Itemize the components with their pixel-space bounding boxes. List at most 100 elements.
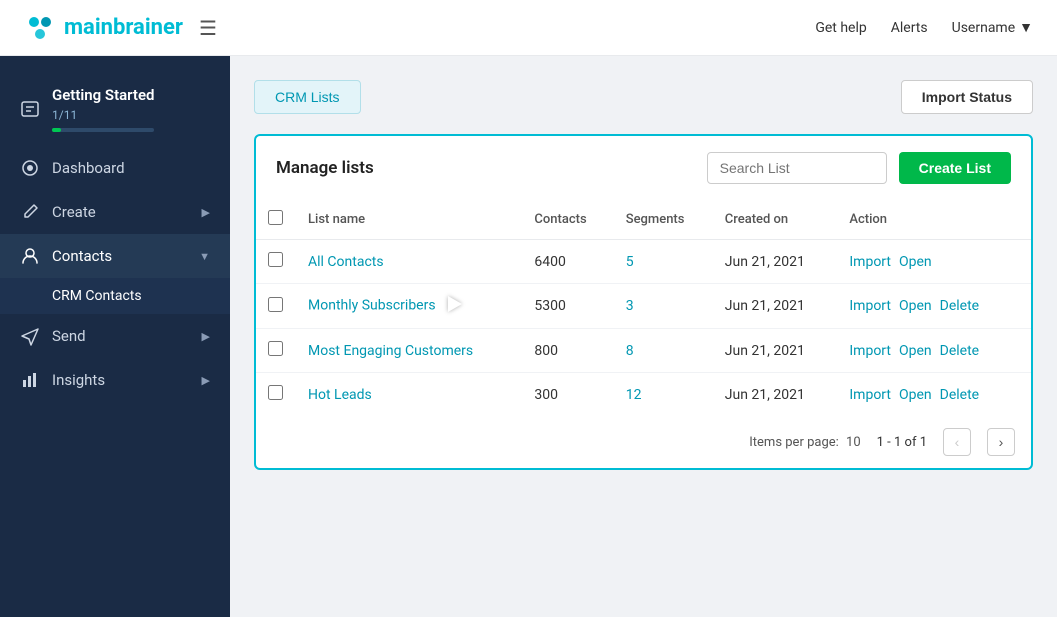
row-contacts: 5300 [522, 284, 613, 329]
action-import-link[interactable]: Import [849, 298, 891, 314]
insights-icon [20, 370, 40, 390]
row-checkbox[interactable] [268, 385, 283, 400]
sidebar-item-send[interactable]: Send ▶ [0, 314, 230, 358]
table-row: Most Engaging Customers 800 8 Jun 21, 2021 I… [256, 329, 1031, 373]
header-checkbox-col [256, 200, 296, 240]
action-import-link[interactable]: Import [849, 343, 891, 359]
card-header-actions: Create List [707, 152, 1011, 184]
content-area: CRM Lists Import Status Manage lists Cre… [230, 56, 1057, 617]
action-delete-link[interactable]: Delete [940, 298, 979, 314]
card-title: Manage lists [276, 158, 374, 178]
action-import-link[interactable]: Import [849, 254, 891, 270]
tab-bar: CRM Lists Import Status [254, 80, 1033, 114]
import-status-button[interactable]: Import Status [901, 80, 1033, 114]
sidebar-sub-crm-contacts[interactable]: CRM Contacts [0, 278, 230, 314]
getting-started-title: Getting Started [52, 86, 154, 104]
row-checkbox-col [256, 240, 296, 284]
sidebar: Getting Started 1/11 Dashboard [0, 56, 230, 617]
list-name-link[interactable]: Hot Leads [308, 387, 372, 403]
header-created-on: Created on [713, 200, 838, 240]
action-open-link[interactable]: Open [899, 343, 932, 359]
row-actions: Import Open [837, 240, 1031, 284]
row-checkbox-col [256, 373, 296, 417]
nav-right: Get help Alerts Username ▼ [815, 19, 1033, 36]
logo-text: mainbrainer [64, 15, 183, 40]
row-created-on: Jun 21, 2021 [713, 329, 838, 373]
user-menu[interactable]: Username ▼ [952, 19, 1033, 36]
items-per-page-label: Items per page: 10 [749, 435, 860, 450]
card-header: Manage lists Create List [256, 136, 1031, 200]
row-created-on: Jun 21, 2021 [713, 284, 838, 329]
create-label: Create [52, 203, 190, 221]
action-open-link[interactable]: Open [899, 254, 932, 270]
segments-link[interactable]: 5 [626, 254, 634, 270]
logo-main: main [64, 15, 113, 40]
action-open-link[interactable]: Open [899, 298, 932, 314]
row-arrow-indicator [448, 296, 462, 316]
search-input[interactable] [707, 152, 887, 184]
row-contacts: 800 [522, 329, 613, 373]
segments-link[interactable]: 3 [626, 298, 634, 314]
table-row: Hot Leads 300 12 Jun 21, 2021 Import Open Dele… [256, 373, 1031, 417]
tabs: CRM Lists [254, 80, 361, 114]
nav-left: mainbrainer ☰ [24, 12, 217, 44]
contacts-arrow-icon: ▼ [199, 250, 210, 263]
row-contacts: 6400 [522, 240, 613, 284]
select-all-checkbox[interactable] [268, 210, 283, 225]
send-icon [20, 326, 40, 346]
row-created-on: Jun 21, 2021 [713, 240, 838, 284]
tab-crm-lists[interactable]: CRM Lists [254, 80, 361, 114]
get-help-link[interactable]: Get help [815, 20, 866, 36]
items-per-page-value: 10 [846, 435, 861, 450]
sidebar-item-contacts[interactable]: Contacts ▼ [0, 234, 230, 278]
dashboard-icon [20, 158, 40, 178]
contacts-label: Contacts [52, 247, 187, 265]
action-open-link[interactable]: Open [899, 387, 932, 403]
list-name-link[interactable]: All Contacts [308, 254, 384, 270]
table-row: All Contacts 6400 5 Jun 21, 2021 Import Open [256, 240, 1031, 284]
manage-lists-card: Manage lists Create List List name Conta… [254, 134, 1033, 470]
create-arrow-icon: ▶ [202, 206, 210, 219]
pagination-next-button[interactable]: › [987, 428, 1015, 456]
pagination-prev-button[interactable]: ‹ [943, 428, 971, 456]
logo-icon [24, 12, 56, 44]
header-contacts: Contacts [522, 200, 613, 240]
row-contacts: 300 [522, 373, 613, 417]
lists-table: List name Contacts Segments Created on A… [256, 200, 1031, 416]
send-arrow-icon: ▶ [202, 330, 210, 343]
row-checkbox[interactable] [268, 252, 283, 267]
list-name-link[interactable]: Most Engaging Customers [308, 343, 473, 359]
contacts-icon [20, 246, 40, 266]
row-checkbox-col [256, 284, 296, 329]
create-list-button[interactable]: Create List [899, 152, 1011, 184]
header-action: Action [837, 200, 1031, 240]
row-created-on: Jun 21, 2021 [713, 373, 838, 417]
row-actions: Import Open Delete [837, 284, 1031, 329]
alerts-link[interactable]: Alerts [891, 20, 928, 36]
sidebar-item-insights[interactable]: Insights ▶ [0, 358, 230, 402]
hamburger-icon[interactable]: ☰ [199, 16, 217, 40]
action-delete-link[interactable]: Delete [940, 387, 979, 403]
table-body: All Contacts64005Jun 21, 2021ImportOpenM… [256, 240, 1031, 417]
getting-started-section[interactable]: Getting Started 1/11 [0, 72, 230, 146]
header-list-name: List name [296, 200, 522, 240]
sidebar-item-create[interactable]: Create ▶ [0, 190, 230, 234]
logo: mainbrainer [24, 12, 183, 44]
contacts-submenu: CRM Contacts [0, 278, 230, 314]
sidebar-item-dashboard[interactable]: Dashboard [0, 146, 230, 190]
table-header: List name Contacts Segments Created on A… [256, 200, 1031, 240]
logo-accent: brainer [113, 15, 183, 40]
segments-link[interactable]: 12 [626, 387, 642, 403]
header-segments: Segments [614, 200, 713, 240]
getting-started-progress-label: 1/11 [52, 108, 154, 122]
action-import-link[interactable]: Import [849, 387, 891, 403]
segments-link[interactable]: 8 [626, 343, 634, 359]
row-checkbox[interactable] [268, 341, 283, 356]
chevron-down-icon: ▼ [1019, 19, 1033, 36]
action-delete-link[interactable]: Delete [940, 343, 979, 359]
row-checkbox[interactable] [268, 297, 283, 312]
list-name-link[interactable]: Monthly Subscribers [308, 298, 436, 314]
getting-started-content: Getting Started 1/11 [52, 86, 154, 132]
table-row: Monthly Subscribers53003Jun 21, 2021Impo… [256, 284, 1031, 329]
dashboard-label: Dashboard [52, 159, 210, 177]
